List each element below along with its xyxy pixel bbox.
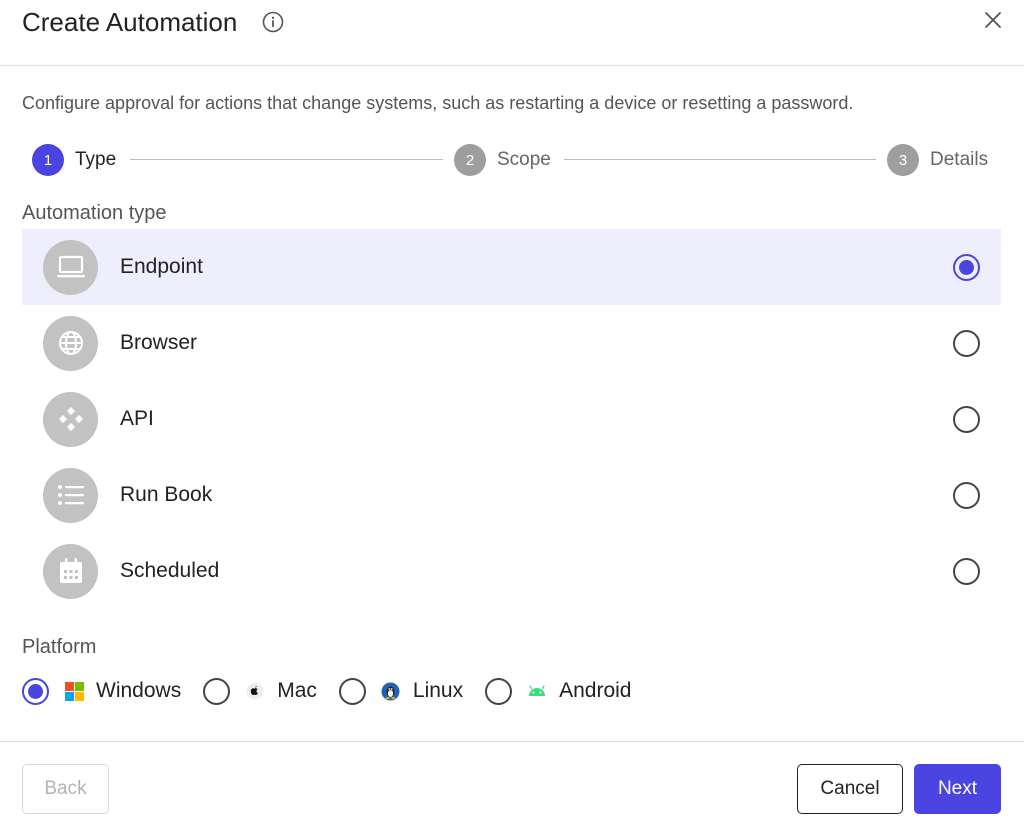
android-logo-icon (527, 681, 547, 701)
platform-label-text: Linux (412, 679, 464, 702)
automation-type-radio[interactable] (953, 329, 980, 357)
laptop-icon (43, 239, 98, 295)
step-number: 3 (887, 144, 919, 176)
automation-type-radio[interactable] (953, 253, 980, 281)
dialog-title: Create Automation (22, 7, 238, 37)
automation-type-label-text: Run Book (120, 483, 213, 506)
close-icon[interactable] (979, 6, 1007, 34)
api-icon (43, 391, 98, 447)
step-label: Details (930, 149, 989, 170)
windows-logo-icon (64, 681, 84, 701)
automation-type-scheduled[interactable]: Scheduled (22, 533, 1001, 609)
automation-type-api[interactable]: API (22, 381, 1001, 457)
platform-label-text: Android (559, 679, 632, 702)
step-number: 1 (32, 144, 64, 176)
next-button[interactable]: Next (914, 764, 1001, 814)
automation-type-endpoint[interactable]: Endpoint (22, 229, 1001, 305)
step-label: Type (75, 149, 117, 170)
cancel-button[interactable]: Cancel (797, 764, 903, 814)
platform-windows[interactable]: Windows (22, 677, 182, 705)
automation-type-label: Automation type (22, 202, 167, 224)
automation-type-label-text: Scheduled (120, 559, 220, 582)
platform-mac[interactable]: Mac (203, 677, 317, 705)
linux-logo-icon (381, 681, 401, 701)
dialog-description: Configure approval for actions that chan… (22, 93, 854, 113)
step-number: 2 (454, 144, 486, 176)
platform-radio[interactable] (485, 677, 513, 705)
step-connector (564, 159, 876, 160)
platform-android[interactable]: Android (485, 677, 632, 705)
platform-radio[interactable] (203, 677, 231, 705)
calendar-icon (43, 543, 98, 599)
step-scope: 2 Scope (454, 144, 551, 176)
automation-type-radio[interactable] (953, 405, 980, 433)
automation-type-run-book[interactable]: Run Book (22, 457, 1001, 533)
automation-type-label-text: Browser (120, 331, 198, 354)
step-connector (130, 159, 443, 160)
step-type: 1 Type (32, 144, 116, 176)
info-icon[interactable] (262, 11, 284, 33)
platform-label-text: Mac (277, 679, 317, 702)
platform-label-text: Windows (96, 679, 182, 702)
automation-type-radio[interactable] (953, 557, 980, 585)
platform-linux[interactable]: Linux (338, 677, 464, 705)
apple-logo-icon (245, 681, 265, 701)
back-button[interactable]: Back (22, 764, 109, 814)
list-icon (43, 467, 98, 523)
platform-label: Platform (22, 636, 97, 658)
automation-type-radio[interactable] (953, 481, 980, 509)
automation-type-label-text: Endpoint (120, 255, 203, 278)
automation-type-browser[interactable]: Browser (22, 305, 1001, 381)
platform-options: Windows Mac Linux Android (22, 676, 653, 706)
platform-radio[interactable] (22, 677, 49, 705)
footer-divider (0, 741, 1024, 742)
automation-type-label-text: API (120, 407, 154, 430)
globe-icon (43, 315, 98, 371)
step-label: Scope (497, 149, 551, 170)
header-divider (0, 65, 1024, 66)
platform-radio[interactable] (338, 677, 366, 705)
step-details: 3 Details (887, 144, 988, 176)
